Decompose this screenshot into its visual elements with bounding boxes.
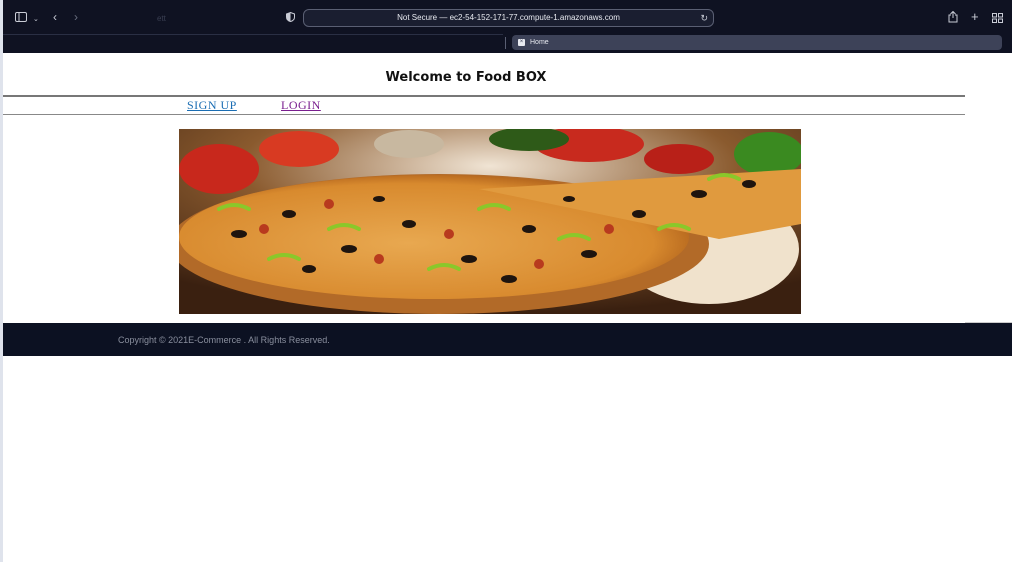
reload-icon[interactable]: ↻ xyxy=(700,10,708,26)
address-text: Not Secure — ec2-54-152-171-77.compute-1… xyxy=(397,13,620,22)
back-icon[interactable]: ‹ xyxy=(53,11,57,23)
tab-overview-icon[interactable] xyxy=(992,13,1003,25)
login-link[interactable]: LOGIN xyxy=(281,98,321,113)
browser-toolbar: ⌄ ‹ › ett Not Secure — ec2-54-152-171-77… xyxy=(3,0,1012,53)
browser-window: ⌄ ‹ › ett Not Secure — ec2-54-152-171-77… xyxy=(3,0,1012,562)
new-tab-icon[interactable]: + xyxy=(971,10,979,23)
chevron-down-icon[interactable]: ⌄ xyxy=(33,14,39,26)
page-content: Welcome to Food BOX SIGN UP LOGIN Copyri… xyxy=(3,53,1012,562)
address-bar[interactable]: Not Secure — ec2-54-152-171-77.compute-1… xyxy=(303,9,714,27)
privacy-shield-icon[interactable] xyxy=(286,11,295,24)
share-icon[interactable] xyxy=(948,10,958,25)
footer: Copyright © 2021E-Commerce . All Rights … xyxy=(3,323,1012,356)
tab-home[interactable]: × Home xyxy=(512,35,1002,50)
header-divider xyxy=(3,95,965,97)
tab-bar-divider xyxy=(3,34,503,35)
page-title: Welcome to Food BOX xyxy=(385,70,547,85)
signup-link[interactable]: SIGN UP xyxy=(187,98,237,113)
sidebar-toggle-icon[interactable] xyxy=(15,12,27,24)
right-margin xyxy=(965,115,1012,323)
forward-icon[interactable]: › xyxy=(74,11,78,23)
nav-divider xyxy=(3,114,965,115)
copyright-text: Copyright © 2021E-Commerce . All Rights … xyxy=(118,335,330,345)
tab-label: Home xyxy=(530,39,549,46)
ghost-tab-title: ett xyxy=(157,14,166,23)
pizza-image xyxy=(179,129,801,314)
favicon-icon: × xyxy=(518,39,525,46)
tab-separator xyxy=(505,37,506,49)
